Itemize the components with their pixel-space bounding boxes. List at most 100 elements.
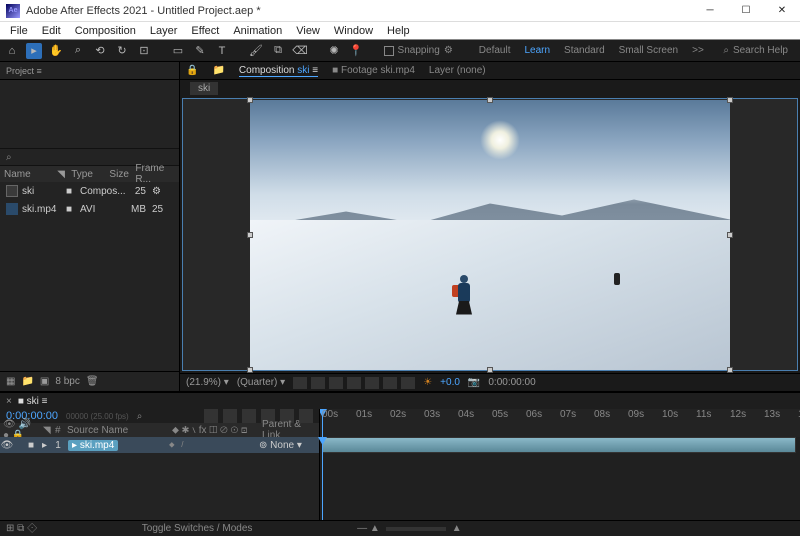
maximize-button[interactable]: ☐ — [728, 0, 764, 22]
col-name[interactable]: Name — [0, 169, 53, 180]
resolution-select[interactable]: (Quarter) ▾ — [237, 377, 285, 388]
video-frame[interactable] — [250, 100, 730, 370]
type-tool[interactable]: T — [214, 43, 230, 59]
transform-handle[interactable] — [247, 232, 253, 238]
movie-icon — [6, 203, 18, 215]
menu-effect[interactable]: Effect — [185, 25, 225, 37]
puppet-tool[interactable]: 📍 — [348, 43, 364, 59]
zoom-tool[interactable]: ⌕ — [70, 43, 86, 59]
exposure-value[interactable]: +0.0 — [440, 377, 460, 388]
timeline-search-icon[interactable]: ⌕ — [137, 411, 143, 422]
timeline-footer-icons[interactable]: ⊞ ⧉ ⟐ — [6, 523, 37, 534]
menu-help[interactable]: Help — [381, 25, 416, 37]
col-label-icon[interactable]: ◥ — [53, 169, 67, 180]
workspace-standard[interactable]: Standard — [564, 45, 605, 56]
visibility-toggle[interactable]: 👁 — [0, 440, 14, 451]
comp-mini-tab[interactable]: ski — [190, 82, 218, 95]
preview-time[interactable]: 0:00:00:00 — [488, 377, 535, 388]
fast-preview-icon[interactable] — [293, 377, 307, 389]
home-icon[interactable]: ⌂ — [4, 43, 20, 59]
viewer-tab-layer[interactable]: Layer (none) — [429, 65, 486, 76]
parent-select[interactable]: None — [270, 440, 294, 451]
transform-handle[interactable] — [727, 97, 733, 103]
roto-tool[interactable]: ✺ — [326, 43, 342, 59]
region-icon[interactable] — [347, 377, 361, 389]
workspace-more[interactable]: >> — [692, 45, 704, 56]
pen-tool[interactable]: ✎ — [192, 43, 208, 59]
clone-tool[interactable]: ⧉ — [270, 43, 286, 59]
workspace-default[interactable]: Default — [479, 45, 511, 56]
anchor-tool[interactable]: ⊡ — [136, 43, 152, 59]
menu-view[interactable]: View — [290, 25, 326, 37]
new-comp-icon[interactable]: ▣ — [40, 376, 49, 387]
draft3d-icon[interactable] — [223, 409, 237, 423]
snapping-toggle[interactable]: Snapping ⚙ — [384, 45, 453, 56]
eraser-tool[interactable]: ⌫ — [292, 43, 308, 59]
transform-handle[interactable] — [727, 232, 733, 238]
delete-icon[interactable]: 🗑 — [86, 376, 99, 387]
viewer-tab-folder-icon: 📁 — [212, 65, 224, 76]
selection-tool[interactable]: ▸ — [26, 43, 42, 59]
viewer-tab-composition[interactable]: Composition ski ≡ — [239, 65, 318, 77]
workspace-smallscreen[interactable]: Small Screen — [619, 45, 678, 56]
menu-layer[interactable]: Layer — [144, 25, 184, 37]
playhead-track[interactable] — [322, 437, 323, 520]
close-button[interactable]: ✕ — [764, 0, 800, 22]
transform-handle[interactable] — [727, 367, 733, 373]
transform-handle[interactable] — [247, 97, 253, 103]
viewer-tab-lock-icon[interactable]: 🔒 — [186, 65, 198, 76]
search-icon: ⌕ — [723, 45, 729, 56]
zoom-level[interactable]: (21.9%) ▾ — [186, 377, 229, 388]
transform-handle[interactable] — [487, 367, 493, 373]
brush-tool[interactable]: 🖌 — [248, 43, 264, 59]
search-help[interactable]: ⌕ Search Help — [723, 45, 796, 56]
layer-clip[interactable] — [322, 437, 796, 453]
timeline-zoom[interactable]: — ▲ ▲ — [357, 523, 462, 534]
skier2-visual — [614, 273, 620, 285]
app-icon: Ae — [6, 4, 20, 18]
hand-tool[interactable]: ✋ — [48, 43, 64, 59]
composition-canvas[interactable] — [182, 98, 798, 371]
menu-animation[interactable]: Animation — [227, 25, 288, 37]
composition-viewer: 🔒 📁 Composition ski ≡ ■ Footage ski.mp4 … — [180, 62, 800, 391]
transparency-grid-icon[interactable] — [311, 377, 325, 389]
toolbar: ⌂ ▸ ✋ ⌕ ⟲ ↻ ⊡ ▭ ✎ T 🖌 ⧉ ⌫ ✺ 📍 Snapping ⚙… — [0, 40, 800, 62]
snap-options-icon[interactable]: ⚙ — [444, 45, 453, 56]
toggle-switches-modes[interactable]: Toggle Switches / Modes — [37, 523, 357, 534]
project-columns-header: Name ◥ Type Size Frame R... — [0, 166, 179, 182]
minimize-button[interactable]: ─ — [692, 0, 728, 22]
exposure-icon[interactable]: ☀ — [423, 377, 432, 388]
col-type[interactable]: Type — [67, 169, 105, 180]
snapshot-icon[interactable]: 📷 — [468, 377, 480, 388]
interpret-footage-icon[interactable]: ▦ — [6, 376, 15, 387]
guide-icon[interactable] — [383, 377, 397, 389]
rotation-tool[interactable]: ↻ — [114, 43, 130, 59]
time-ruler[interactable]: 00s 01s 02s 03s 04s 05s 06s 07s 08s 09s … — [320, 409, 800, 437]
timeline-tab[interactable]: ■ ski ≡ — [18, 396, 48, 407]
project-item-footage[interactable]: ski.mp4 ■ AVI MB 25 — [0, 200, 179, 218]
menu-file[interactable]: File — [4, 25, 34, 37]
mask-icon[interactable] — [329, 377, 343, 389]
transform-handle[interactable] — [487, 97, 493, 103]
comp-flowchart-icon[interactable] — [204, 409, 218, 423]
menu-window[interactable]: Window — [328, 25, 379, 37]
transform-handle[interactable] — [247, 367, 253, 373]
channel-icon[interactable] — [401, 377, 415, 389]
new-folder-icon[interactable]: 📁 — [21, 376, 33, 387]
color-depth[interactable]: 8 bpc — [55, 376, 79, 387]
layer-name[interactable]: ▸ ski.mp4 — [68, 440, 118, 451]
timeline-tab-close-icon[interactable]: × — [6, 396, 12, 407]
menubar: File Edit Composition Layer Effect Anima… — [0, 22, 800, 40]
menu-edit[interactable]: Edit — [36, 25, 67, 37]
layer-row-1[interactable]: 👁 ■ ▸ 1 ▸ ski.mp4 ⬥ / ⊚ None ▾ — [0, 437, 319, 453]
grid-icon[interactable] — [365, 377, 379, 389]
col-size[interactable]: Size — [105, 169, 131, 180]
orbit-tool[interactable]: ⟲ — [92, 43, 108, 59]
rect-tool[interactable]: ▭ — [170, 43, 186, 59]
shy-icon[interactable] — [242, 409, 256, 423]
menu-composition[interactable]: Composition — [69, 25, 142, 37]
project-item-comp[interactable]: ski ■ Compos... 25 ⚙ — [0, 182, 179, 200]
viewer-tab-footage[interactable]: ■ Footage ski.mp4 — [332, 65, 415, 76]
project-tab[interactable]: Project ≡ — [0, 62, 179, 80]
workspace-learn[interactable]: Learn — [524, 45, 550, 56]
